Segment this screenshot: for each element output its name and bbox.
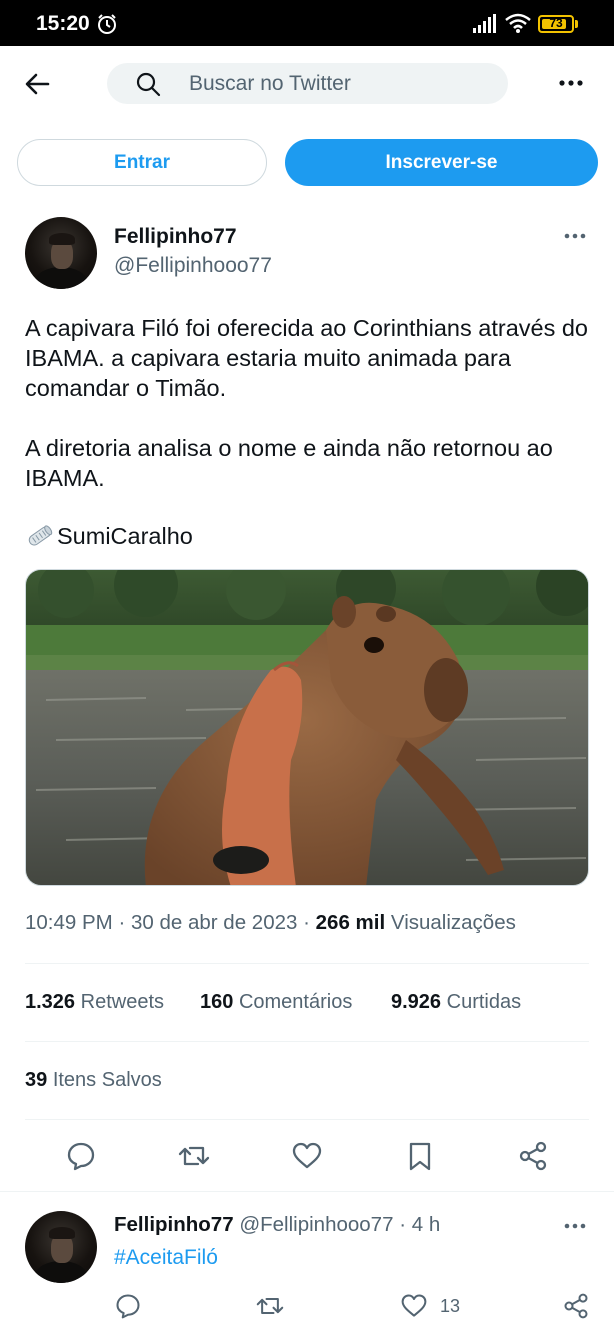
reply-share-icon[interactable] [562, 1292, 590, 1320]
reply-reply-icon[interactable] [114, 1292, 142, 1320]
comments-stat[interactable]: 160 Comentários [200, 991, 352, 1014]
comments-label: Comentários [238, 991, 353, 1013]
retweets-stat[interactable]: 1.326 Retweets [25, 991, 164, 1014]
reply-more-icon[interactable] [562, 1216, 588, 1236]
views-count: 266 mil [315, 911, 386, 934]
wifi-icon [505, 13, 531, 33]
search-input[interactable]: Buscar no Twitter [107, 63, 508, 104]
likes-count: 9.926 [391, 991, 442, 1013]
tweet-more-icon[interactable] [562, 226, 588, 246]
tweet-paragraph: A capivara Filó foi oferecida ao Corinth… [25, 315, 589, 401]
tweet-meta: 10:49 PM · 30 de abr de 2023 · 266 mil V… [25, 911, 516, 935]
back-arrow-icon[interactable] [22, 68, 54, 100]
rolled-newspaper-icon [28, 525, 53, 546]
reply-header[interactable]: Fellipinho77 @Fellipinhooo77 · 4 h [114, 1213, 440, 1237]
alarm-icon [98, 14, 116, 34]
tweet-text: A capivara Filó foi oferecida ao Corinth… [25, 313, 595, 493]
tweet-tagline: SumiCaralho [25, 521, 193, 551]
divider [25, 1119, 589, 1120]
tweet-time: 10:49 PM [25, 911, 113, 934]
reply-age: 4 h [411, 1213, 441, 1236]
saved-label: Itens Salvos [52, 1069, 162, 1091]
avatar[interactable] [25, 217, 97, 289]
search-placeholder: Buscar no Twitter [189, 72, 351, 95]
comments-count: 160 [200, 991, 234, 1013]
retweets-count: 1.326 [25, 991, 76, 1013]
saved-count: 39 [25, 1069, 48, 1091]
views-label: Visualizações [390, 911, 516, 934]
reply-hashtag-link[interactable]: #AceitaFiló [114, 1246, 218, 1270]
battery-level: 73 [549, 16, 563, 30]
divider [0, 1191, 614, 1192]
reply-like-icon[interactable] [400, 1292, 428, 1320]
like-icon[interactable] [291, 1140, 323, 1172]
divider [25, 963, 589, 964]
reply-retweet-icon[interactable] [256, 1292, 284, 1320]
reply-like-count: 13 [440, 1296, 461, 1316]
tweet-paragraph: A diretoria analisa o nome e ainda não r… [25, 435, 553, 491]
likes-stat[interactable]: 9.926 Curtidas [391, 991, 521, 1014]
retweets-label: Retweets [80, 991, 164, 1013]
status-bar: 15:20 73 [0, 0, 614, 46]
capybara-photo [26, 570, 588, 885]
tweet-photo[interactable] [25, 569, 589, 886]
bookmark-icon[interactable] [404, 1140, 436, 1172]
meta-separator: · [303, 911, 310, 934]
author-name[interactable]: Fellipinho77 [114, 225, 237, 249]
reply-author-name: Fellipinho77 [114, 1213, 234, 1236]
reply-avatar[interactable] [25, 1211, 97, 1283]
reply-icon[interactable] [65, 1140, 97, 1172]
search-icon [136, 72, 161, 97]
reply-separator: · [399, 1213, 407, 1236]
login-button[interactable]: Entrar [17, 139, 267, 186]
likes-label: Curtidas [446, 991, 522, 1013]
meta-separator: · [118, 911, 126, 934]
divider [25, 1041, 589, 1042]
tweet-date: 30 de abr de 2023 [130, 911, 298, 934]
saved-stat[interactable]: 39 Itens Salvos [25, 1069, 162, 1092]
signal-icon [473, 14, 496, 33]
reply-author-handle: @Fellipinhooo77 [239, 1213, 394, 1236]
share-icon[interactable] [517, 1140, 549, 1172]
more-options-icon[interactable] [556, 72, 586, 94]
tagline-text: SumiCaralho [57, 523, 193, 549]
battery-icon: 73 [538, 15, 578, 33]
signup-button[interactable]: Inscrever-se [285, 139, 598, 186]
status-time: 15:20 [36, 12, 90, 35]
retweet-icon[interactable] [178, 1140, 210, 1172]
author-handle[interactable]: @Fellipinhooo77 [114, 254, 272, 278]
